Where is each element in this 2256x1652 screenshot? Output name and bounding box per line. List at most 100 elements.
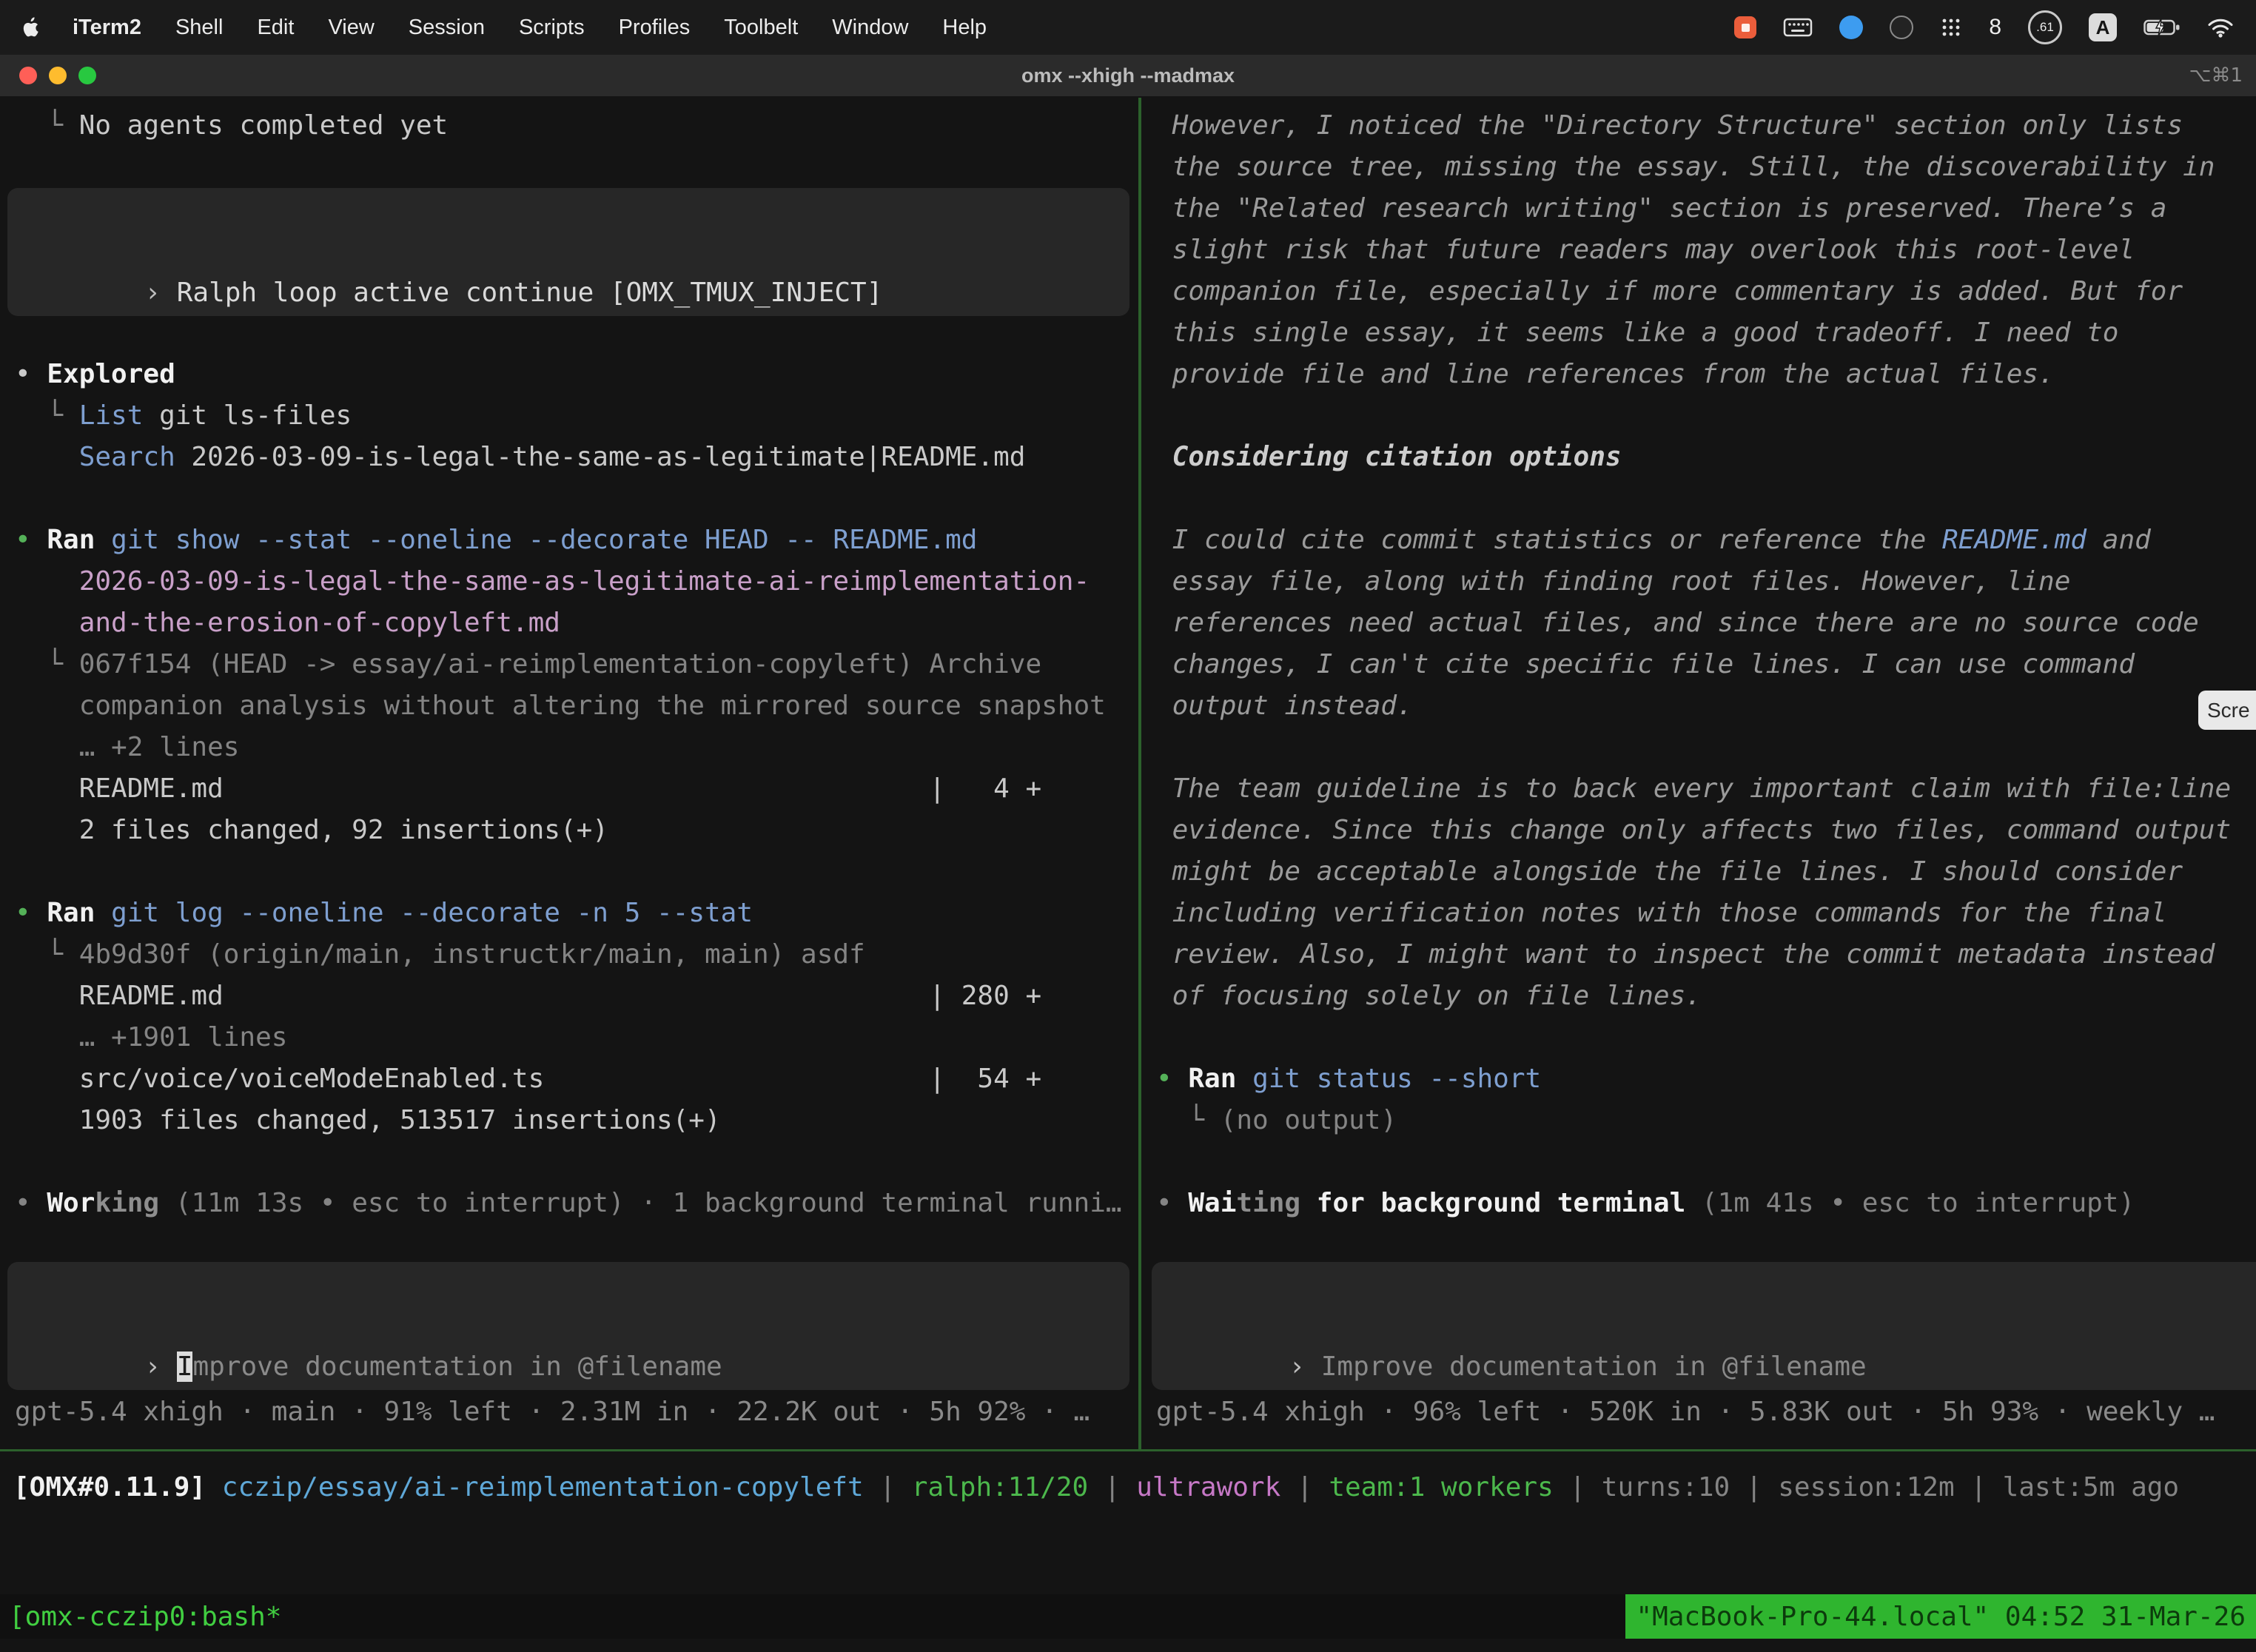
composer-placeholder: mprove documentation in @filename: [192, 1352, 722, 1382]
terminal-line: └ 067f154 (HEAD -> essay/ai-reimplementa…: [15, 644, 1138, 685]
terminal-line: └ List git ls-files: [15, 395, 1138, 437]
terminal-window: └ No agents completed yet › Ralph loop a…: [0, 98, 2256, 1652]
terminal-line: 2026-03-09-is-legal-the-same-as-legitima…: [15, 561, 1138, 602]
terminal-line: this single essay, it seems like a good …: [1156, 312, 2256, 354]
composer-input-left[interactable]: › Improve documentation in @filename: [7, 1262, 1129, 1390]
terminal-line: The team guideline is to back every impo…: [1156, 768, 2256, 810]
terminal-line: the source tree, missing the essay. Stil…: [1156, 147, 2256, 188]
right-terminal-pane[interactable]: However, I noticed the "Directory Struct…: [1141, 98, 2256, 1449]
terminal-line: Search 2026-03-09-is-legal-the-same-as-l…: [15, 437, 1138, 478]
terminal-line: src/voice/voiceModeEnabled.ts | 54 +: [15, 1058, 1138, 1100]
menubar-status-icons: 8 .61 A: [1734, 10, 2234, 44]
terminal-line: companion file, especially if more comme…: [1156, 271, 2256, 312]
terminal-line: README.md | 4 +: [15, 768, 1138, 810]
menu-item-window[interactable]: Window: [832, 16, 908, 40]
text-cursor: I: [177, 1352, 193, 1382]
dark-app-icon[interactable]: [1890, 16, 1913, 39]
terminal-line: [15, 1141, 1138, 1183]
tmux-host-label: "MacBook-Pro-44.local" 04:52 31-Mar-26: [1636, 1602, 2246, 1632]
terminal-line: [OMX#0.11.9] cczip/essay/ai-reimplementa…: [13, 1467, 2179, 1508]
menu-item-shell[interactable]: Shell: [175, 16, 224, 40]
menubar: iTerm2 Shell Edit View Session Scripts Profile…: [0, 0, 2256, 55]
terminal-line: └ No agents completed yet: [15, 105, 1138, 147]
tmux-status-bar: [omx-cczip0:bash* "MacBook-Pro-44.local"…: [0, 1594, 2256, 1639]
composer-placeholder: Improve documentation in @filename: [1321, 1352, 1867, 1382]
terminal-line: the "Related research writing" section i…: [1156, 188, 2256, 229]
close-button[interactable]: [19, 67, 37, 84]
inject-text: Ralph loop active continue [OMX_TMUX_INJ…: [177, 278, 883, 308]
terminal-line: including verification notes with those …: [1156, 893, 2256, 934]
battery-icon[interactable]: [2143, 18, 2181, 37]
wifi-icon[interactable]: [2207, 18, 2234, 38]
record-stop-icon: [1742, 24, 1750, 32]
terminal-line: essay file, along with finding root file…: [1156, 561, 2256, 602]
menu-item-profiles[interactable]: Profiles: [619, 16, 691, 40]
menu-item-session[interactable]: Session: [409, 16, 485, 40]
terminal-line: README.md | 280 +: [15, 976, 1138, 1017]
terminal-line: • Ran git log --oneline --decorate -n 5 …: [15, 893, 1138, 934]
menubar-counter[interactable]: 8: [1989, 15, 2001, 40]
terminal-line: [1156, 1141, 2256, 1183]
terminal-line: provide file and line references from th…: [1156, 354, 2256, 395]
terminal-line: I could cite commit statistics or refere…: [1156, 520, 2256, 561]
terminal-line: evidence. Since this change only affects…: [1156, 810, 2256, 851]
composer-input-right[interactable]: › Improve documentation in @filename: [1152, 1262, 2256, 1390]
tmux-session-label: [omx-cczip0:bash*: [0, 1602, 281, 1632]
screen-overlay-tab[interactable]: Scre: [2198, 691, 2256, 730]
terminal-line: [1156, 395, 2256, 437]
terminal-line: • Explored: [15, 354, 1138, 395]
terminal-line: slight risk that future readers may over…: [1156, 229, 2256, 271]
input-source-indicator[interactable]: A: [2089, 13, 2117, 41]
blue-app-icon[interactable]: [1839, 16, 1863, 39]
gauge-indicator[interactable]: .61: [2028, 10, 2062, 44]
minimize-button[interactable]: [49, 67, 67, 84]
terminal-line: changes, I can't cite specific file line…: [1156, 644, 2256, 685]
terminal-line: └ (no output): [1156, 1100, 2256, 1141]
keyboard-icon[interactable]: [1783, 16, 1813, 38]
terminal-line: … +2 lines: [15, 727, 1138, 768]
window-title: omx --xhigh --madmax: [0, 64, 2256, 87]
apple-icon: [22, 17, 40, 38]
terminal-line: references need actual files, and since …: [1156, 602, 2256, 644]
terminal-line: output instead.: [1156, 685, 2256, 727]
menu-item-iterm2[interactable]: iTerm2: [73, 16, 141, 40]
terminal-line: [15, 147, 1138, 188]
right-status-meta: gpt-5.4 xhigh · 96% left · 520K in · 5.8…: [1156, 1391, 2215, 1433]
terminal-line: • Ran git show --stat --oneline --decora…: [15, 520, 1138, 561]
terminal-line: [15, 851, 1138, 893]
terminal-line: review. Also, I might want to inspect th…: [1156, 934, 2256, 976]
left-terminal-pane[interactable]: └ No agents completed yet › Ralph loop a…: [0, 98, 1138, 1449]
terminal-line: [1156, 727, 2256, 768]
menu-item-help[interactable]: Help: [942, 16, 987, 40]
menu-item-scripts[interactable]: Scripts: [519, 16, 585, 40]
app-grid-icon[interactable]: [1940, 16, 1962, 38]
terminal-line: However, I noticed the "Directory Struct…: [1156, 105, 2256, 147]
window-shortcut-badge: ⌥⌘1: [2189, 64, 2243, 87]
terminal-line: and-the-erosion-of-copyleft.md: [15, 602, 1138, 644]
terminal-line: … +1901 lines: [15, 1017, 1138, 1058]
traffic-lights: [19, 67, 96, 84]
terminal-line: 1903 files changed, 513517 insertions(+): [15, 1100, 1138, 1141]
terminal-line: companion analysis without altering the …: [15, 685, 1138, 727]
zoom-button[interactable]: [78, 67, 96, 84]
screen-recording-indicator[interactable]: [1734, 16, 1756, 38]
terminal-line: of focusing solely on file lines.: [1156, 976, 2256, 1017]
menu-item-view[interactable]: View: [328, 16, 374, 40]
terminal-line: [1156, 478, 2256, 520]
window-titlebar: omx --xhigh --madmax ⌥⌘1: [0, 55, 2256, 98]
inject-prompt: ›: [144, 278, 176, 308]
omx-status-bar: [OMX#0.11.9] cczip/essay/ai-reimplementa…: [13, 1467, 2179, 1508]
pane-bottom-border: [0, 1449, 2256, 1451]
menu-item-toolbelt[interactable]: Toolbelt: [724, 16, 798, 40]
menu-item-edit[interactable]: Edit: [257, 16, 294, 40]
left-pane-output: • Explored └ List git ls-files Search 20…: [0, 354, 1138, 1224]
apple-menu[interactable]: [22, 17, 40, 38]
right-pane-output: However, I noticed the "Directory Struct…: [1141, 98, 2256, 1224]
left-status-meta: gpt-5.4 xhigh · main · 91% left · 2.31M …: [15, 1391, 1090, 1433]
tmux-host-block: "MacBook-Pro-44.local" 04:52 31-Mar-26: [1625, 1594, 2256, 1639]
menu-items: iTerm2 Shell Edit View Session Scripts Profile…: [73, 16, 987, 40]
terminal-line: [1156, 1017, 2256, 1058]
terminal-line: might be acceptable alongside the file l…: [1156, 851, 2256, 893]
desktop-screen: iTerm2 Shell Edit View Session Scripts Profile…: [0, 0, 2256, 1652]
composer-prompt: ›: [144, 1352, 176, 1382]
